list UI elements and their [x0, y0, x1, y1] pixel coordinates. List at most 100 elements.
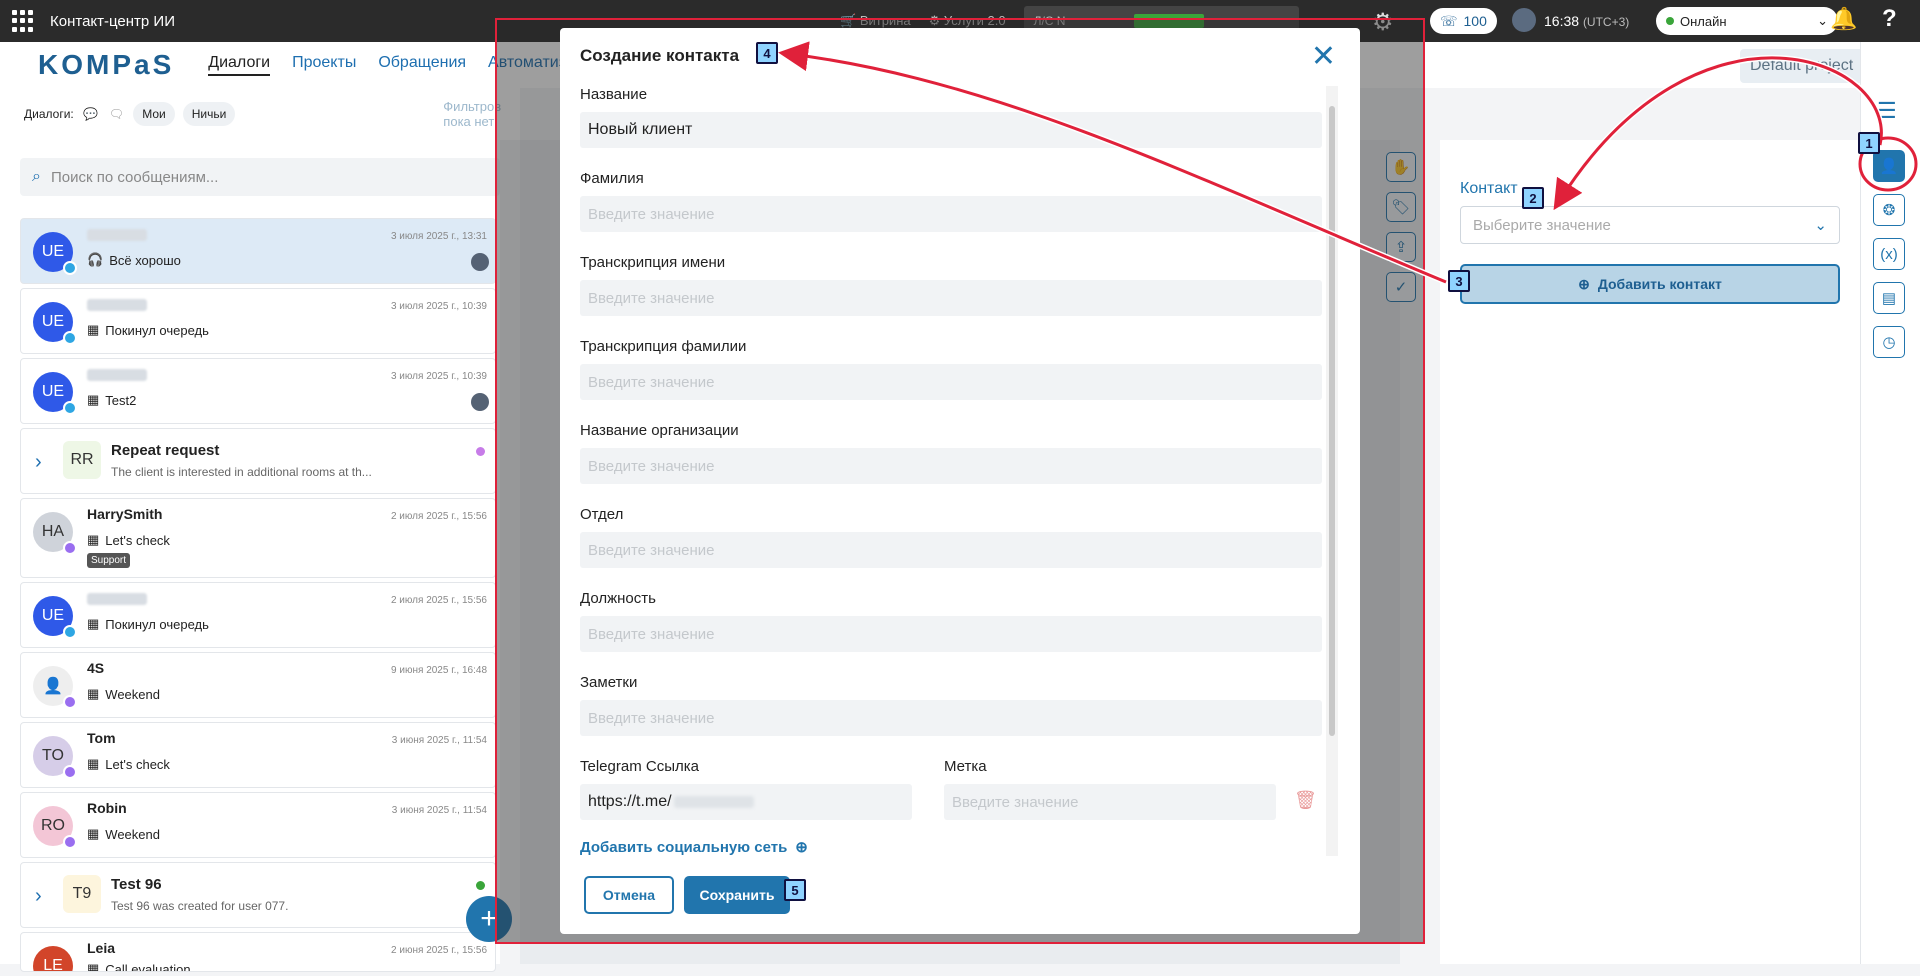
logo: KOMPaS [38, 49, 175, 80]
last-message: Покинул очередь [105, 616, 209, 632]
create-contact-modal: Создание контакта ✕ Название Новый клиен… [560, 28, 1360, 934]
scroll-thumb[interactable] [1329, 106, 1335, 736]
chat-filter-icon[interactable]: 💬 [82, 101, 100, 127]
last-message: Всё хорошо [109, 252, 181, 268]
list-item-group[interactable]: › RR Repeat request The client is intere… [20, 428, 496, 494]
plus-circle-icon: ⊕ [1578, 275, 1590, 292]
modal-scrollbar[interactable] [1326, 86, 1338, 856]
field-label: Заметки [580, 674, 638, 691]
field-label: Название организации [580, 422, 739, 439]
apps-grid-icon[interactable] [12, 10, 34, 32]
list-item[interactable]: 👤 4S ▦ Weekend 9 июня 2025 г., 16:48 [20, 652, 496, 718]
group-name: Repeat request [111, 442, 220, 459]
search-icon: ⌕ [32, 168, 41, 185]
filter-label: Диалоги: [24, 107, 74, 121]
annotation-marker: 5 [784, 879, 806, 901]
plus-circle-icon: ⊕ [795, 839, 808, 856]
telegram-field[interactable]: https://t.me/ [580, 784, 912, 820]
redacted-name [87, 593, 147, 605]
add-contact-button[interactable]: ⊕ Добавить контакт [1460, 264, 1840, 304]
organization-field[interactable]: Введите значение [580, 448, 1322, 484]
queue-icon: ▦ [87, 826, 100, 841]
ai-icon[interactable]: ❂ [1873, 194, 1905, 226]
bell-icon[interactable]: 🔔 [1830, 6, 1857, 32]
cloud-icon [63, 541, 77, 555]
contact-select[interactable]: Выберите значение ⌄ [1460, 206, 1840, 244]
list-item[interactable]: TO Tom ▦ Let's check 3 июня 2025 г., 11:5… [20, 722, 496, 788]
search-input[interactable]: ⌕ Поиск по сообщениям... [20, 158, 500, 196]
cancel-button[interactable]: Отмена [584, 876, 674, 914]
name-field[interactable]: Новый клиент [580, 112, 1322, 148]
list-item-group[interactable]: › T9 Test 96 Test 96 was created for use… [20, 862, 496, 928]
list-item[interactable]: UE ▦ Test2 3 июля 2025 г., 10:39 [20, 358, 496, 424]
group-subtitle: Test 96 was created for user 077. [111, 899, 289, 913]
last-message: Let's check [105, 532, 170, 548]
nav-requests[interactable]: Обращения [378, 54, 466, 76]
filter-mine[interactable]: Мои [133, 102, 175, 126]
surname-transcription-field[interactable]: Введите значение [580, 364, 1322, 400]
redacted-name [87, 369, 147, 381]
notes-field[interactable]: Введите значение [580, 700, 1322, 736]
cloud-icon [63, 835, 77, 849]
queue-icon: ▦ [87, 322, 100, 337]
last-message: Call evaluation [105, 961, 191, 972]
annotation-marker: 1 [1858, 132, 1880, 154]
redacted-name [87, 299, 147, 311]
redacted-handle [673, 796, 754, 808]
save-button[interactable]: Сохранить [684, 876, 790, 914]
status-dot [476, 881, 485, 890]
variables-icon[interactable]: (x) [1873, 238, 1905, 270]
avatar: RR [63, 441, 101, 479]
surname-field[interactable]: Введите значение [580, 196, 1322, 232]
list-item[interactable]: UE 🎧 Всё хорошо 3 июля 2025 г., 13:31 [20, 218, 496, 284]
telegram-icon [63, 625, 77, 639]
department-field[interactable]: Введите значение [580, 532, 1322, 568]
list-item[interactable]: LE Leia ▦ Call evaluation 2 июня 2025 г.,… [20, 932, 496, 972]
phone-icon: ☏ [1440, 12, 1458, 29]
phone-counter[interactable]: ☏ 100 [1430, 8, 1497, 34]
chevron-right-icon[interactable]: › [35, 885, 42, 908]
group-name: Test 96 [111, 876, 162, 893]
list-item[interactable]: UE ▦ Покинул очередь 2 июля 2025 г., 15:5… [20, 582, 496, 648]
avatar: LE [33, 946, 73, 971]
trash-icon[interactable]: 🗑 [1294, 790, 1317, 811]
help-icon[interactable]: ? [1882, 5, 1897, 33]
dialog-date: 2 июня 2025 г., 15:56 [391, 945, 487, 956]
history-icon[interactable]: ◷ [1873, 326, 1905, 358]
notes-icon[interactable]: ▤ [1873, 282, 1905, 314]
user-avatar[interactable] [1512, 8, 1536, 32]
chevron-right-icon[interactable]: › [35, 451, 42, 474]
tag-field[interactable]: Введите значение [944, 784, 1276, 820]
contact-name: Leia [87, 940, 116, 956]
queue-icon: ▦ [87, 961, 100, 972]
rail-buttons: 👤 ❂ (x) ▤ ◷ [1873, 150, 1905, 358]
list-item[interactable]: HA HarrySmith ▦ Let's check 2 июля 2025 г… [20, 498, 496, 578]
status-select[interactable]: Онлайн ⌄ [1656, 7, 1838, 35]
field-label: Транскрипция фамилии [580, 338, 747, 355]
status-dot [1666, 17, 1674, 25]
close-icon[interactable]: ✕ [1311, 42, 1336, 72]
add-social-link[interactable]: Добавить социальную сеть ⊕ [580, 838, 808, 857]
contact-icon[interactable]: 👤 [1873, 150, 1905, 182]
last-message: Test2 [105, 392, 137, 408]
operator-avatar [471, 253, 489, 271]
sliders-icon[interactable]: ☰ [1877, 98, 1897, 124]
queue-icon: ▦ [87, 392, 100, 407]
avatar: T9 [63, 875, 101, 913]
queue-icon: ▦ [87, 686, 100, 701]
chat-outline-filter-icon[interactable]: 🗨 [107, 101, 125, 127]
nav-dialogs[interactable]: Диалоги [208, 54, 271, 76]
annotation-marker: 4 [756, 42, 778, 64]
dialog-list: UE 🎧 Всё хорошо 3 июля 2025 г., 13:31 UE … [20, 218, 496, 976]
cloud-icon [63, 695, 77, 709]
field-label: Отдел [580, 506, 624, 523]
list-item[interactable]: RO Robin ▦ Weekend 3 июня 2025 г., 11:54 [20, 792, 496, 858]
position-field[interactable]: Введите значение [580, 616, 1322, 652]
chevron-down-icon: ⌄ [1814, 217, 1827, 234]
field-label: Транскрипция имени [580, 254, 726, 271]
filter-unassigned[interactable]: Ничьи [182, 102, 236, 126]
list-item[interactable]: UE ▦ Покинул очередь 3 июля 2025 г., 10:3… [20, 288, 496, 354]
nav-projects[interactable]: Проекты [292, 54, 356, 76]
clock: 16:38 (UTC+3) [1544, 13, 1630, 29]
name-transcription-field[interactable]: Введите значение [580, 280, 1322, 316]
